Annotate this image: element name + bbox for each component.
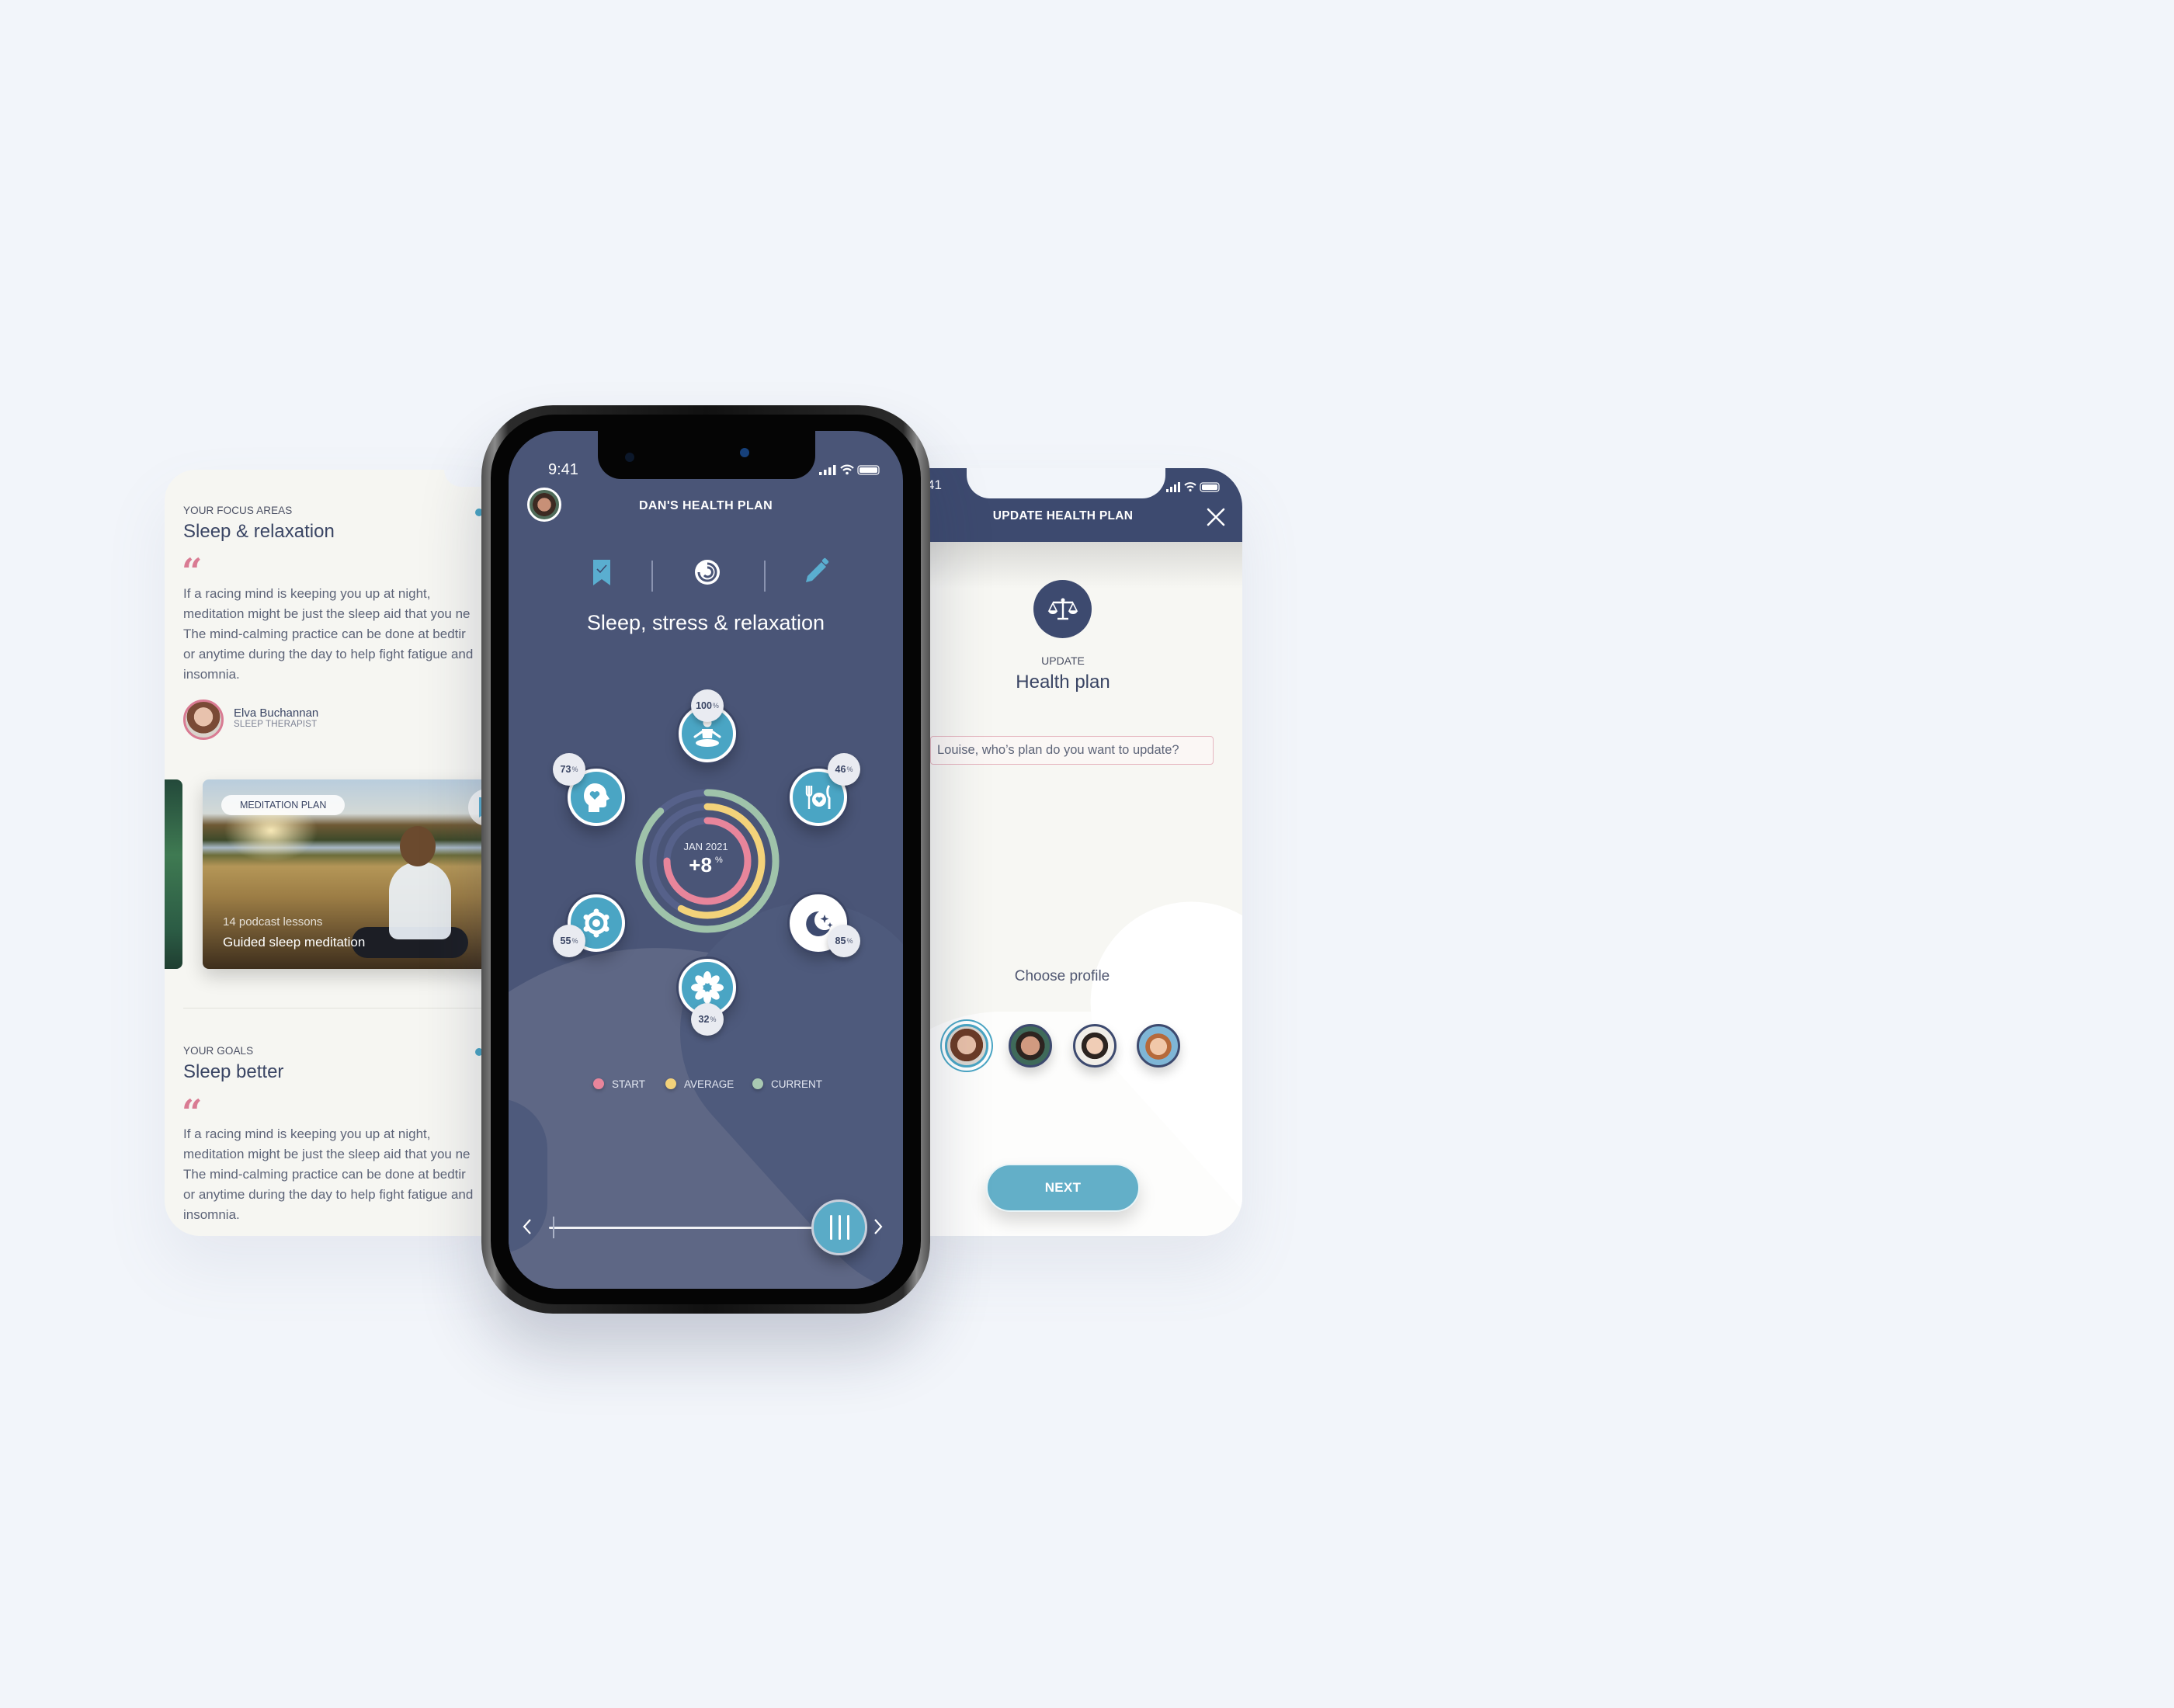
legend-label: START xyxy=(612,1078,646,1090)
therapist-role: SLEEP THERAPIST xyxy=(234,720,318,729)
goals-title: Sleep better xyxy=(183,1061,284,1082)
legend-dot xyxy=(665,1078,676,1089)
node-badge: 46% xyxy=(828,753,860,786)
chevron-left-icon[interactable] xyxy=(519,1215,535,1238)
choose-profile-label: Choose profile xyxy=(1014,968,1110,984)
ring-date-label: JAN 2021 xyxy=(683,841,728,852)
timeline-slider-track[interactable] xyxy=(549,1227,844,1229)
therapist-name: Elva Buchannan xyxy=(234,706,319,720)
timeline-slider-thumb[interactable] xyxy=(811,1199,867,1255)
focus-areas-screen: YOUR FOCUS AREAS Sleep & relaxation “ If… xyxy=(165,470,506,1236)
status-icons xyxy=(1166,482,1220,492)
chevron-right-icon[interactable] xyxy=(870,1215,886,1238)
paragraph-line: The mind-calming practice can be done at… xyxy=(183,1167,466,1182)
node-badge: 55% xyxy=(553,925,585,957)
paragraph-line: If a racing mind is keeping you up at ni… xyxy=(183,1127,431,1141)
nutrition-icon xyxy=(805,784,831,809)
flower-icon xyxy=(691,971,724,1004)
paragraph-line: or anytime during the day to help fight … xyxy=(183,1187,474,1202)
legend-item-average: AVERAGE xyxy=(665,1076,734,1092)
node-badge: 73% xyxy=(553,753,585,786)
update-health-plan-screen: 41 UPDATE HEALTH PLAN UPDATE Health plan… xyxy=(893,468,1242,1236)
legend-dot xyxy=(752,1078,763,1089)
paragraph-line: meditation might be just the sleep aid t… xyxy=(183,1147,471,1161)
focus-eyebrow: YOUR FOCUS AREAS xyxy=(183,505,293,516)
node-badge: 32% xyxy=(691,1003,724,1036)
phone-frame: 9:41 DAN'S HEALTH PLAN Sleep, stress & r… xyxy=(481,405,930,1314)
update-heading: Health plan xyxy=(1016,672,1110,693)
ring-value-number: +8 xyxy=(689,853,712,877)
paragraph-line: insomnia. xyxy=(183,667,240,682)
meditating-person-image xyxy=(352,826,468,958)
health-plan-screen: 9:41 DAN'S HEALTH PLAN Sleep, stress & r… xyxy=(509,431,903,1289)
goals-eyebrow: YOUR GOALS xyxy=(183,1045,254,1057)
update-eyebrow: UPDATE xyxy=(1041,654,1085,667)
screen-notch xyxy=(967,468,1165,498)
next-button[interactable]: NEXT xyxy=(986,1164,1140,1212)
screen-title: UPDATE HEALTH PLAN xyxy=(992,509,1134,522)
node-badge: 85% xyxy=(828,925,860,957)
legend-item-current: CURRENT xyxy=(752,1076,822,1092)
scale-badge xyxy=(1033,580,1092,638)
ring-value-unit: % xyxy=(714,856,723,865)
goals-paragraph: If a racing mind is keeping you up at ni… xyxy=(183,1124,473,1225)
timeline-tick xyxy=(553,1217,554,1238)
profile-avatar-boy[interactable] xyxy=(1137,1024,1180,1068)
meditation-plan-card[interactable]: MEDITATION PLAN 14 podcast lessons Guide… xyxy=(203,779,506,969)
ring-value: +8% xyxy=(509,853,903,877)
focus-paragraph: If a racing mind is keeping you up at ni… xyxy=(183,584,473,685)
paragraph-line: insomnia. xyxy=(183,1207,240,1222)
focus-title: Sleep & relaxation xyxy=(183,521,335,542)
mind-heart-icon xyxy=(584,783,609,812)
therapist-avatar[interactable] xyxy=(183,700,224,740)
legend-label: AVERAGE xyxy=(684,1078,735,1090)
profile-avatar-dan[interactable] xyxy=(1009,1024,1052,1068)
legend-dot xyxy=(593,1078,604,1089)
profile-avatar-louise[interactable] xyxy=(945,1024,988,1068)
scale-icon xyxy=(1047,598,1078,620)
profile-prompt-field[interactable]: Louise, who’s plan do you want to update… xyxy=(930,736,1214,765)
legend-item-start: START xyxy=(593,1076,645,1092)
plan-title: Guided sleep meditation xyxy=(223,935,366,949)
previous-plan-card[interactable] xyxy=(165,779,182,969)
profile-avatar-girl[interactable] xyxy=(1073,1024,1117,1068)
paragraph-line: If a racing mind is keeping you up at ni… xyxy=(183,586,431,601)
paragraph-line: The mind-calming practice can be done at… xyxy=(183,627,466,641)
legend-label: CURRENT xyxy=(771,1078,822,1090)
paragraph-line: or anytime during the day to help fight … xyxy=(183,647,474,661)
node-badge: 100% xyxy=(691,689,724,722)
plan-tag: MEDITATION PLAN xyxy=(221,795,346,815)
close-icon[interactable] xyxy=(1206,507,1226,527)
plan-subtitle: 14 podcast lessons xyxy=(223,915,323,929)
paragraph-line: meditation might be just the sleep aid t… xyxy=(183,606,471,621)
